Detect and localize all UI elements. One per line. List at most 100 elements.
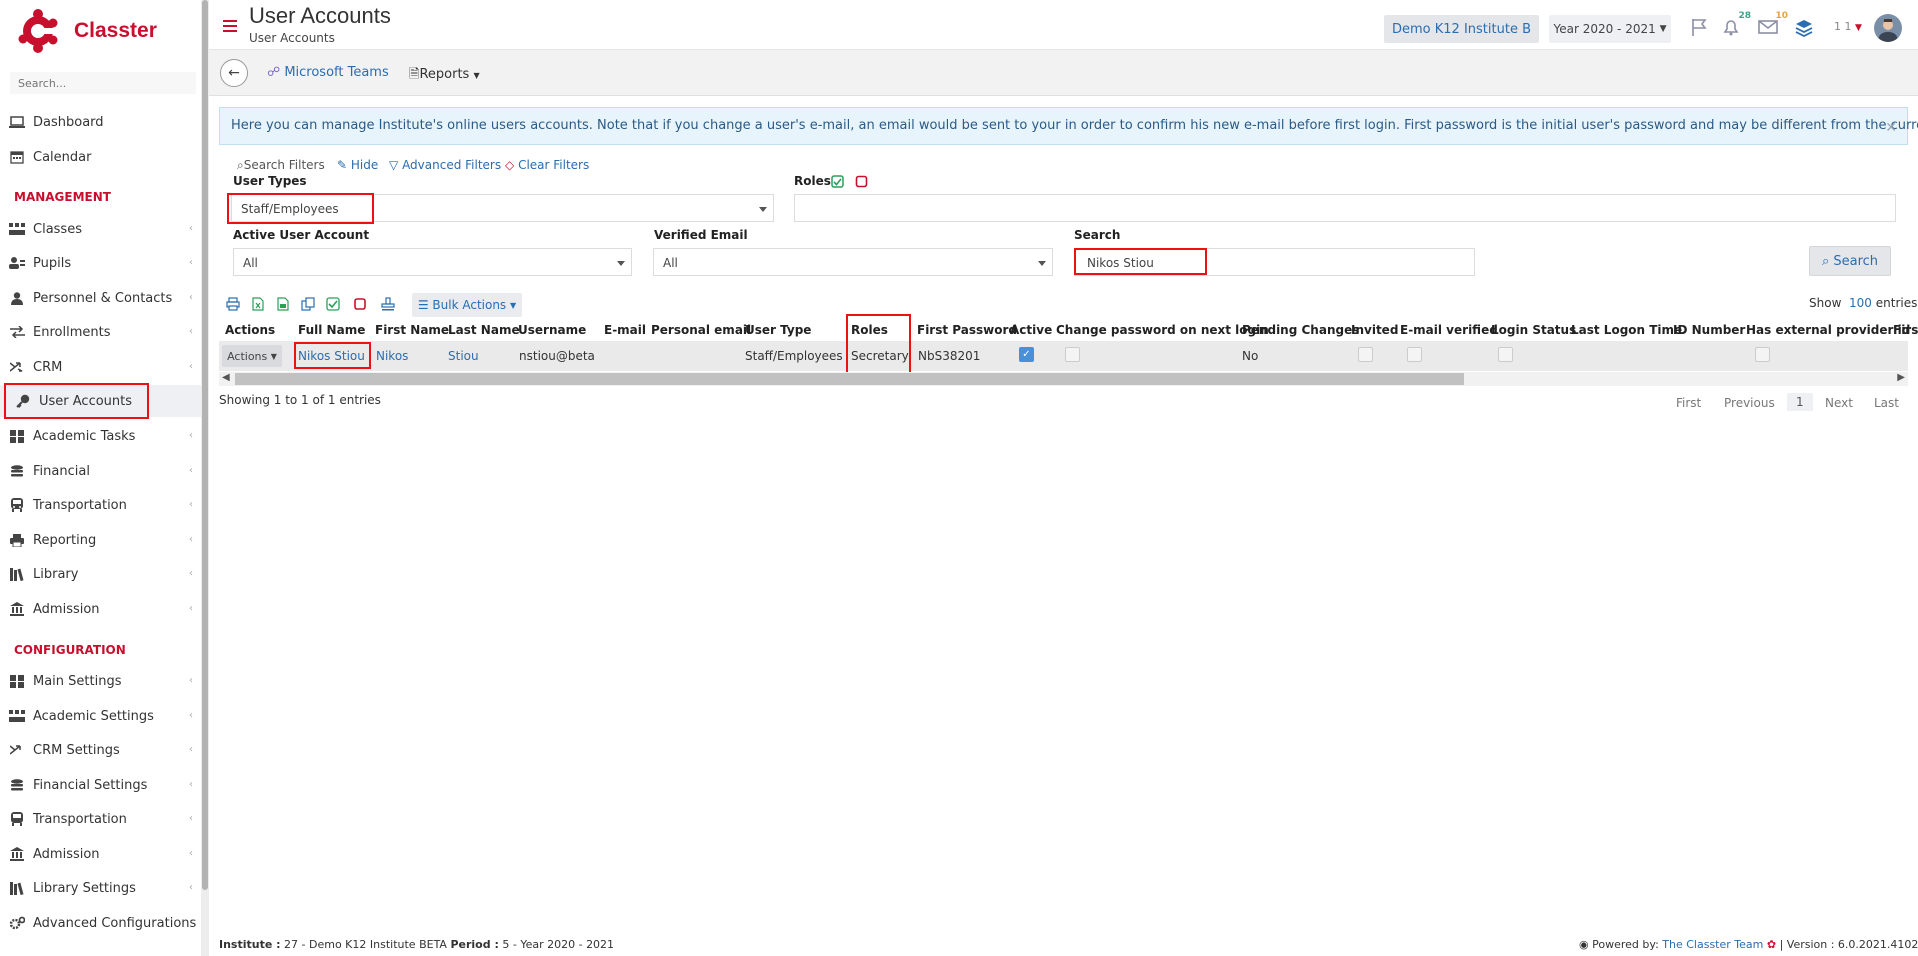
table-horizontal-scrollbar[interactable]: ◀ ▶ bbox=[219, 372, 1908, 386]
verified-email-select[interactable]: All bbox=[653, 248, 1053, 276]
sidebar-search-input[interactable] bbox=[10, 72, 196, 94]
sidebar-item-main-settings[interactable]: Main Settings ‹ bbox=[0, 665, 201, 697]
column-header[interactable]: Username bbox=[518, 323, 586, 337]
sidebar-item-financial-settings[interactable]: Financial Settings ‹ bbox=[0, 769, 201, 801]
sidebar-item-dashboard[interactable]: Dashboard bbox=[0, 106, 201, 138]
column-header[interactable]: E-mail verified bbox=[1400, 323, 1498, 337]
user-types-select[interactable]: Staff/Employees bbox=[231, 194, 774, 222]
sidebar-item-transportation[interactable]: Transportation ‹ bbox=[0, 489, 201, 521]
column-header[interactable]: User Type bbox=[745, 323, 811, 337]
sidebar-item-user-accounts[interactable]: User Accounts bbox=[0, 385, 201, 417]
layers-icon[interactable] bbox=[1792, 15, 1816, 39]
sidebar-scrollbar[interactable] bbox=[201, 0, 209, 956]
column-header[interactable]: Actions bbox=[225, 323, 275, 337]
microsoft-teams-link[interactable]: ☍ Microsoft Teams bbox=[267, 65, 389, 80]
sidebar-item-classes[interactable]: Classes ‹ bbox=[0, 213, 201, 245]
column-header[interactable]: Invited bbox=[1351, 323, 1398, 337]
gears-icon bbox=[8, 916, 26, 930]
uncheck-all-icon[interactable] bbox=[353, 297, 369, 313]
institute-selector-button[interactable]: Demo K12 Institute B bbox=[1384, 15, 1539, 43]
column-header[interactable]: Firs bbox=[1893, 323, 1918, 337]
change-password-checkbox[interactable] bbox=[1065, 347, 1080, 362]
csv-export-icon[interactable] bbox=[276, 297, 292, 313]
column-header[interactable]: Login Status bbox=[1491, 323, 1576, 337]
pagination-first[interactable]: First bbox=[1676, 396, 1701, 410]
hamburger-menu-icon[interactable] bbox=[223, 20, 237, 32]
page-size-select[interactable]: 100 bbox=[1849, 296, 1872, 310]
column-header[interactable]: Change password on next login bbox=[1056, 323, 1269, 337]
check-all-icon[interactable] bbox=[326, 297, 342, 313]
sidebar-item-financial[interactable]: Financial ‹ bbox=[0, 455, 201, 487]
column-header[interactable]: First Password bbox=[917, 323, 1017, 337]
first-name-link[interactable]: Nikos bbox=[376, 349, 408, 363]
flag-icon[interactable] bbox=[1688, 15, 1712, 39]
pagination-last[interactable]: Last bbox=[1874, 396, 1899, 410]
sidebar-item-crm[interactable]: CRM ‹ bbox=[0, 351, 201, 383]
copy-icon[interactable] bbox=[301, 297, 317, 313]
deselect-all-roles-icon[interactable] bbox=[855, 175, 868, 188]
pagination-current[interactable]: 1 bbox=[1787, 393, 1813, 411]
roles-cell: Secretary bbox=[851, 349, 909, 363]
stamp-icon[interactable] bbox=[381, 297, 397, 313]
excel-export-icon[interactable] bbox=[251, 297, 267, 313]
column-header[interactable]: ID Number bbox=[1673, 323, 1745, 337]
sidebar-item-enrollments[interactable]: Enrollments ‹ bbox=[0, 316, 201, 348]
print-icon[interactable] bbox=[226, 297, 242, 313]
envelope-icon[interactable]: 10 bbox=[1756, 11, 1788, 39]
column-header[interactable]: Active bbox=[1010, 323, 1052, 337]
sidebar-item-pupils[interactable]: Pupils ‹ bbox=[0, 247, 201, 279]
email-verified-checkbox[interactable] bbox=[1407, 347, 1422, 362]
login-status-checkbox[interactable] bbox=[1498, 347, 1513, 362]
search-input[interactable]: Nikos Stiou bbox=[1074, 248, 1475, 276]
sidebar-item-admission[interactable]: Admission ‹ bbox=[0, 593, 201, 625]
sidebar-item-academic-tasks[interactable]: Academic Tasks ‹ bbox=[0, 420, 201, 452]
pagination-previous[interactable]: Previous bbox=[1724, 396, 1775, 410]
sidebar-item-calendar[interactable]: Calendar bbox=[0, 141, 201, 173]
hide-filters-link[interactable]: ✎ Hide bbox=[337, 158, 378, 172]
year-selector-button[interactable]: Year 2020 - 2021 ▼ bbox=[1549, 15, 1671, 43]
footer-powered-link[interactable]: The Classter Team bbox=[1662, 938, 1763, 951]
row-actions-button[interactable]: Actions ▼ bbox=[222, 345, 282, 367]
sidebar-item-personnel[interactable]: Personnel & Contacts ‹ bbox=[0, 282, 201, 314]
avatar[interactable] bbox=[1874, 14, 1902, 42]
column-header[interactable]: Personal email bbox=[651, 323, 751, 337]
invited-checkbox[interactable] bbox=[1358, 347, 1373, 362]
sidebar-item-label: Main Settings bbox=[33, 673, 122, 689]
sidebar-item-reporting[interactable]: Reporting ‹ bbox=[0, 524, 201, 556]
sidebar-item-academic-settings[interactable]: Academic Settings ‹ bbox=[0, 700, 201, 732]
bulk-actions-dropdown[interactable]: ☰ Bulk Actions ▼ bbox=[412, 293, 522, 317]
active-account-select[interactable]: All bbox=[233, 248, 632, 276]
last-name-link[interactable]: Stiou bbox=[448, 349, 479, 363]
sidebar-item-advanced-configurations[interactable]: Advanced Configurations bbox=[0, 907, 201, 939]
sidebar-item-transportation-settings[interactable]: Transportation ‹ bbox=[0, 803, 201, 835]
active-checkbox[interactable]: ✓ bbox=[1019, 347, 1034, 362]
scroll-right-icon[interactable]: ▶ bbox=[1897, 372, 1905, 383]
column-header[interactable]: Last Name bbox=[448, 323, 520, 337]
scroll-left-icon[interactable]: ◀ bbox=[222, 372, 230, 383]
reports-dropdown[interactable]: 🗎Reports ▼ bbox=[409, 65, 480, 87]
column-header[interactable]: First Name bbox=[375, 323, 449, 337]
pagination-next[interactable]: Next bbox=[1825, 396, 1853, 410]
sidebar-item-crm-settings[interactable]: CRM Settings ‹ bbox=[0, 734, 201, 766]
classter-logo-icon[interactable] bbox=[18, 9, 58, 53]
select-all-roles-icon[interactable] bbox=[831, 175, 844, 188]
column-header[interactable]: Roles bbox=[851, 323, 888, 337]
sidebar-item-admission-settings[interactable]: Admission ‹ bbox=[0, 838, 201, 870]
close-icon[interactable]: ✕ bbox=[1885, 120, 1897, 136]
column-header[interactable]: Full Name bbox=[298, 323, 365, 337]
sidebar-item-library-settings[interactable]: Library Settings ‹ bbox=[0, 872, 201, 904]
external-provider-checkbox[interactable] bbox=[1755, 347, 1770, 362]
bell-icon[interactable]: 28 bbox=[1719, 11, 1751, 39]
column-header[interactable]: E-mail bbox=[604, 323, 646, 337]
advanced-filters-link[interactable]: ▽ Advanced Filters bbox=[389, 158, 501, 172]
sidebar-item-library[interactable]: Library ‹ bbox=[0, 558, 201, 590]
column-header[interactable]: Has external provider id bbox=[1746, 323, 1910, 337]
full-name-link[interactable]: Nikos Stiou bbox=[298, 349, 365, 363]
column-header[interactable]: Pending Changes bbox=[1242, 323, 1359, 337]
search-button[interactable]: ⌕ Search bbox=[1809, 246, 1891, 276]
clear-filters-link[interactable]: ◇ Clear Filters bbox=[505, 158, 589, 172]
scrollbar-thumb[interactable] bbox=[235, 373, 1464, 385]
back-button[interactable]: ← bbox=[220, 59, 248, 87]
column-header[interactable]: Last Logon Time bbox=[1571, 323, 1682, 337]
roles-select[interactable] bbox=[794, 194, 1896, 222]
